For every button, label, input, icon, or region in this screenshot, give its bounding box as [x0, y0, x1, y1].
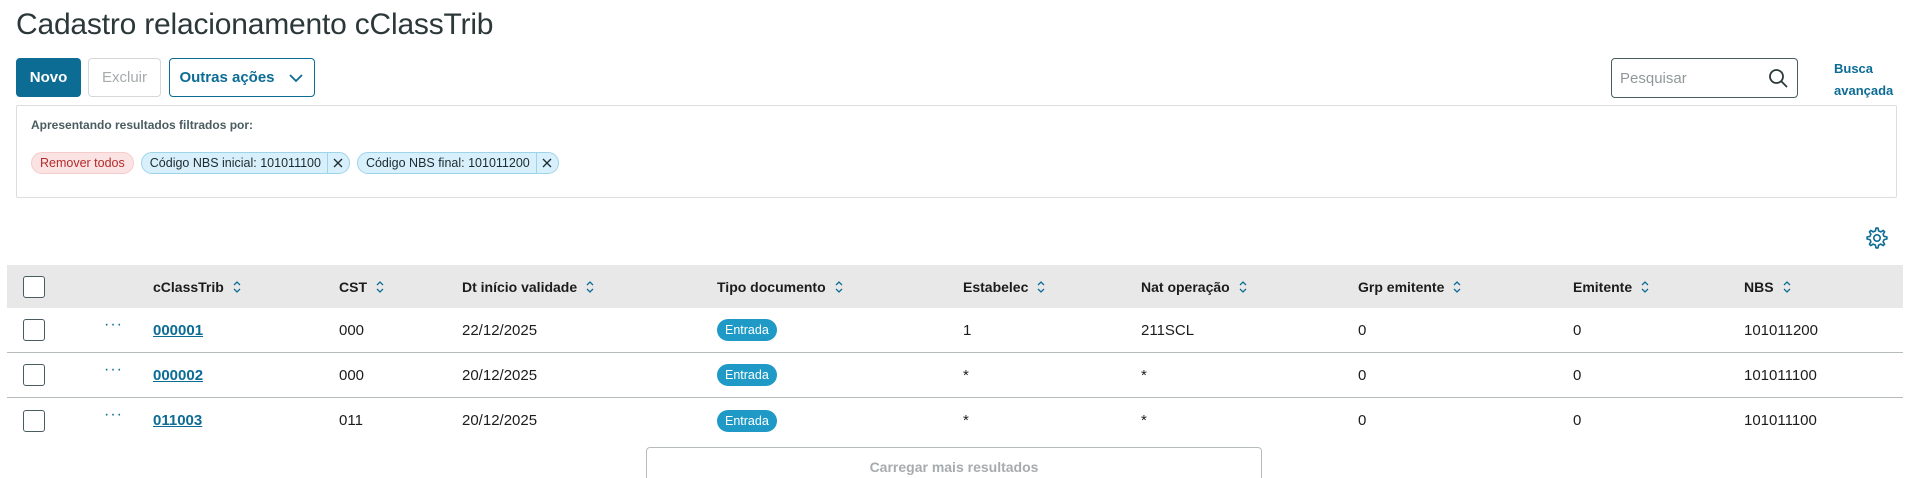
advanced-search-link[interactable]: Busca avançada	[1834, 58, 1894, 102]
chevron-down-icon	[288, 73, 303, 82]
filter-chip-nbs-end: Código NBS final: 101011200	[356, 152, 559, 174]
sort-icon	[1239, 280, 1247, 293]
nbs-cell: 101011100	[1744, 412, 1817, 429]
emitente-cell: 0	[1573, 321, 1582, 339]
cclasstrib-link[interactable]: 000001	[153, 322, 203, 339]
dt-inicio-cell: 20/12/2025	[462, 366, 538, 384]
nat-operacao-cell: 211SCL	[1141, 321, 1195, 339]
grp-emitente-cell: 0	[1358, 412, 1367, 429]
page-title: Cadastro relacionamento cClassTrib	[16, 8, 494, 41]
table-row: ··· 000001 000 22/12/2025 Entrada 1 211S…	[7, 308, 1903, 353]
tipo-documento-badge: Entrada	[717, 364, 777, 386]
column-header-label: Grp emitente	[1358, 278, 1445, 295]
column-header-grp-emitente[interactable]: Grp emitente	[1358, 279, 1462, 295]
row-actions-more-dots-icon[interactable]: ···	[104, 361, 123, 379]
close-icon[interactable]	[326, 153, 349, 173]
nat-operacao-cell: *	[1141, 412, 1147, 429]
column-header-cst[interactable]: CST	[339, 279, 385, 295]
tipo-documento-badge: Entrada	[717, 409, 777, 432]
filter-chips: Remover todos Código NBS inicial: 101011…	[31, 152, 559, 174]
dt-inicio-cell: 22/12/2025	[462, 321, 538, 339]
sort-icon	[835, 280, 843, 293]
table-row: ··· 000002 000 20/12/2025 Entrada * * 0 …	[7, 353, 1903, 398]
more-actions-button[interactable]: Outras ações	[169, 58, 315, 97]
sort-icon	[1037, 280, 1045, 293]
delete-button[interactable]: Excluir	[88, 58, 161, 97]
column-header-label: NBS	[1744, 278, 1774, 295]
gear-icon[interactable]	[1865, 226, 1889, 250]
column-header-label: cClassTrib	[153, 278, 224, 295]
filter-chip-label: Código NBS final: 101011200	[365, 156, 530, 170]
more-actions-label: Outras ações	[179, 69, 275, 86]
column-header-estabelec[interactable]: Estabelec	[963, 279, 1046, 295]
column-header-label: CST	[339, 278, 367, 295]
row-actions-more-dots-icon[interactable]: ···	[104, 406, 123, 424]
load-more-button[interactable]: Carregar mais resultados	[646, 447, 1262, 478]
column-header-label: Emitente	[1573, 278, 1633, 295]
select-all-checkbox[interactable]	[23, 275, 45, 298]
filter-label: Apresentando resultados filtrados por:	[31, 118, 254, 132]
row-checkbox[interactable]	[23, 364, 45, 386]
grp-emitente-cell: 0	[1358, 366, 1367, 384]
column-header-nat-operacao[interactable]: Nat operação	[1141, 279, 1248, 295]
sort-icon	[1641, 280, 1649, 293]
sort-icon	[376, 280, 384, 293]
cst-cell: 000	[339, 321, 365, 339]
row-checkbox[interactable]	[23, 409, 45, 432]
table-header: cClassTrib CST Dt início validade Tipo d…	[7, 265, 1903, 308]
row-actions-more-dots-icon[interactable]: ···	[104, 316, 123, 334]
search-input[interactable]	[1620, 69, 1767, 87]
column-header-tipo-documento[interactable]: Tipo documento	[717, 279, 844, 295]
sort-icon	[233, 280, 241, 293]
table-row: ··· 011003 011 20/12/2025 Entrada * * 0 …	[7, 398, 1903, 443]
new-button[interactable]: Novo	[16, 58, 81, 97]
results-table: cClassTrib CST Dt início validade Tipo d…	[7, 265, 1903, 443]
column-header-nbs[interactable]: NBS	[1744, 279, 1792, 295]
tipo-documento-badge: Entrada	[717, 319, 777, 341]
filter-chip-label: Código NBS inicial: 101011100	[149, 156, 321, 170]
sort-icon	[586, 280, 594, 293]
cst-cell: 011	[339, 412, 363, 429]
row-checkbox[interactable]	[23, 319, 45, 341]
estabelec-cell: *	[963, 412, 969, 429]
column-header-label: Dt início validade	[462, 278, 578, 295]
estabelec-cell: 1	[963, 321, 972, 339]
sort-icon	[1783, 280, 1791, 293]
cclasstrib-link[interactable]: 000002	[153, 367, 203, 384]
cst-cell: 000	[339, 366, 365, 384]
cclasstrib-link[interactable]: 011003	[153, 412, 202, 429]
column-header-emitente[interactable]: Emitente	[1573, 279, 1650, 295]
grp-emitente-cell: 0	[1358, 321, 1367, 339]
filter-chip-nbs-start: Código NBS inicial: 101011100	[140, 152, 350, 174]
sort-icon	[1453, 280, 1461, 293]
search-field[interactable]	[1611, 58, 1798, 98]
nat-operacao-cell: *	[1141, 366, 1147, 384]
dt-inicio-cell: 20/12/2025	[462, 412, 538, 429]
emitente-cell: 0	[1573, 366, 1582, 384]
column-header-dt-inicio[interactable]: Dt início validade	[462, 279, 595, 295]
column-header-label: Nat operação	[1141, 278, 1230, 295]
search-icon[interactable]	[1767, 67, 1789, 89]
column-header-label: Tipo documento	[717, 278, 826, 295]
nbs-cell: 101011200	[1744, 321, 1818, 339]
remove-all-chip[interactable]: Remover todos	[31, 152, 134, 174]
column-header-cclasstrib[interactable]: cClassTrib	[153, 279, 242, 295]
close-icon[interactable]	[535, 153, 558, 173]
column-header-label: Estabelec	[963, 278, 1029, 295]
estabelec-cell: *	[963, 366, 969, 384]
emitente-cell: 0	[1573, 412, 1582, 429]
nbs-cell: 101011100	[1744, 366, 1817, 384]
filter-panel: Apresentando resultados filtrados por: R…	[16, 105, 1897, 198]
